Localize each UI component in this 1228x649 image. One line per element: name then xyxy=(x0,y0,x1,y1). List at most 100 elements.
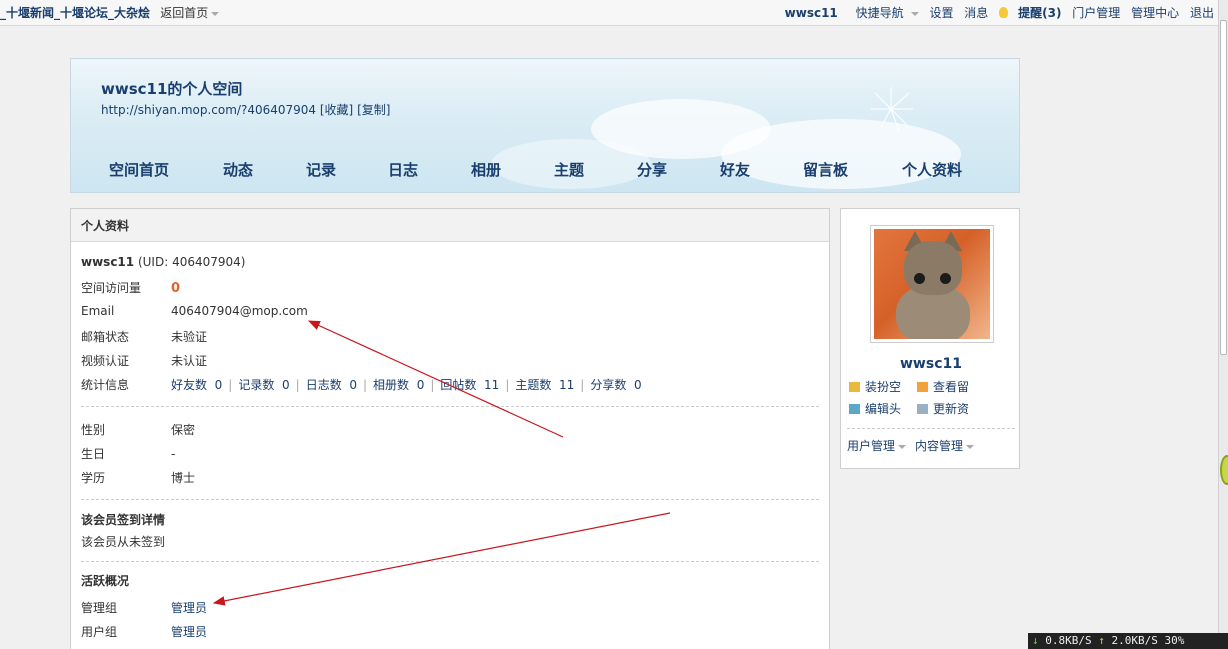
video-value: 未认证 xyxy=(171,354,208,368)
admin-center-link[interactable]: 管理中心 xyxy=(1131,6,1179,20)
upload-speed: 2.0KB/S xyxy=(1111,634,1158,647)
email-row: Email 406407904@mop.com xyxy=(81,304,308,318)
stat-label: 好友数 xyxy=(171,378,208,392)
view-messages-link[interactable]: 查看留 xyxy=(917,378,969,395)
avatar-image xyxy=(874,229,990,339)
top-bar-right: wwsc11 快捷导航 设置 消息 提醒(3) 门户管理 管理中心 退出 xyxy=(778,4,1214,21)
quick-nav-label: 快捷导航 xyxy=(855,6,904,20)
mail-status-value: 未验证 xyxy=(171,330,208,344)
reminders-link[interactable]: 提醒(3) xyxy=(999,6,1061,20)
visits-label: 空间访问量 xyxy=(81,281,142,295)
vertical-scrollbar[interactable] xyxy=(1218,0,1228,649)
speed-percent: 30% xyxy=(1164,634,1185,647)
favorite-link[interactable]: [收藏] xyxy=(320,103,353,117)
user-group-link[interactable]: 管理员 xyxy=(171,623,207,640)
stat-value: 0 xyxy=(214,378,223,392)
settings-link[interactable]: 设置 xyxy=(929,6,953,20)
education-label: 学历 xyxy=(81,471,106,485)
divider xyxy=(81,499,819,500)
birthday-value: - xyxy=(171,447,176,461)
nav-guestbook[interactable]: 留言板 xyxy=(803,159,848,180)
quick-nav-menu[interactable]: 快捷导航 xyxy=(849,6,919,20)
messages-link[interactable]: 消息 xyxy=(964,6,988,20)
home-link-label: 返回首页 xyxy=(160,6,209,20)
space-url-text[interactable]: http://shiyan.mop.com/?406407904 xyxy=(101,103,316,117)
edit-avatar-label: 编辑头 xyxy=(865,402,902,416)
nav-records[interactable]: 记录 xyxy=(306,159,336,180)
scrollbar-thumb[interactable] xyxy=(1220,20,1227,355)
user-card: wwsc11 装扮空 查看留 编辑头 更新资 用户管理 内容管理 xyxy=(840,208,1020,469)
admin-group-label: 管理组 xyxy=(81,601,118,615)
profile-username: wwsc11 xyxy=(81,255,135,269)
stat-label: 分享数 xyxy=(590,378,627,392)
admin-group-link[interactable]: 管理员 xyxy=(171,599,207,616)
stat-replies[interactable]: 回帖数 11 xyxy=(440,378,499,392)
nav-blog[interactable]: 日志 xyxy=(388,159,418,180)
nav-feed[interactable]: 动态 xyxy=(223,159,253,180)
stat-value: 0 xyxy=(416,378,425,392)
decorate-label: 装扮空 xyxy=(865,380,902,394)
download-arrow-icon: ↓ xyxy=(1032,634,1039,647)
dandelion-icon xyxy=(871,87,913,132)
stat-value: 11 xyxy=(559,378,575,392)
top-bar-left: _十堰新闻_十堰论坛_大杂烩 返回首页 xyxy=(0,4,220,21)
reminders-label: 提醒(3) xyxy=(1018,6,1062,20)
sidebar-username[interactable]: wwsc11 xyxy=(841,356,1021,372)
stats-label: 统计信息 xyxy=(81,378,130,392)
nav-friends[interactable]: 好友 xyxy=(720,159,750,180)
space-banner: wwsc11的个人空间 http://shiyan.mop.com/?40640… xyxy=(70,58,1020,193)
stat-blogs[interactable]: 日志数 0 xyxy=(306,378,357,392)
stat-label: 相册数 xyxy=(373,378,410,392)
decorate-icon xyxy=(849,382,860,392)
logout-link[interactable]: 退出 xyxy=(1190,6,1214,20)
portal-admin-link[interactable]: 门户管理 xyxy=(1072,6,1120,20)
signin-title: 该会员签到详情 xyxy=(81,513,166,527)
top-bar: _十堰新闻_十堰论坛_大杂烩 返回首页 wwsc11 快捷导航 设置 消息 提醒… xyxy=(0,0,1218,26)
update-profile-label: 更新资 xyxy=(933,402,970,416)
visits-row: 空间访问量 0 xyxy=(81,279,180,296)
stat-label: 回帖数 xyxy=(440,378,477,392)
signin-text: 该会员从未签到 xyxy=(81,535,166,549)
divider xyxy=(81,561,819,562)
nav-album[interactable]: 相册 xyxy=(471,159,501,180)
video-label: 视频认证 xyxy=(81,354,130,368)
content-mgmt-menu[interactable]: 内容管理 xyxy=(915,437,975,454)
stat-value: 0 xyxy=(634,378,642,392)
update-profile-link[interactable]: 更新资 xyxy=(917,400,969,417)
edit-avatar-icon xyxy=(849,404,860,414)
floating-widget-icon[interactable] xyxy=(1220,455,1228,485)
stat-records[interactable]: 记录数 0 xyxy=(238,378,289,392)
site-links[interactable]: _十堰新闻_十堰论坛_大杂烩 xyxy=(0,6,150,20)
stats-row: 统计信息 好友数 0 | 记录数 0 | 日志数 0 | 相册数 0 | 回帖数 11 | 主题数 1… xyxy=(81,378,642,392)
nav-topics[interactable]: 主题 xyxy=(554,159,584,180)
gender-row: 性别 保密 xyxy=(81,421,195,438)
nav-space-home[interactable]: 空间首页 xyxy=(109,159,169,180)
stat-shares[interactable]: 分享数 0 xyxy=(590,378,641,392)
admin-group-row: 管理组 管理员 xyxy=(81,599,207,616)
home-link[interactable]: 返回首页 xyxy=(160,6,220,20)
stat-friends[interactable]: 好友数 0 xyxy=(171,378,222,392)
chevron-down-icon xyxy=(898,444,907,449)
copy-link[interactable]: [复制] xyxy=(357,103,390,117)
username-link[interactable]: wwsc11 xyxy=(785,6,838,20)
divider xyxy=(81,406,819,407)
nav-profile[interactable]: 个人资料 xyxy=(902,159,962,180)
stat-albums[interactable]: 相册数 0 xyxy=(373,378,424,392)
stat-label: 日志数 xyxy=(305,378,342,392)
stat-label: 主题数 xyxy=(515,378,552,392)
chevron-down-icon xyxy=(966,444,975,449)
chevron-down-icon xyxy=(910,11,919,16)
bulb-icon xyxy=(999,7,1009,18)
user-mgmt-menu[interactable]: 用户管理 xyxy=(847,437,907,454)
nav-share[interactable]: 分享 xyxy=(637,159,667,180)
profile-user-line: wwsc11 (UID: 406407904) xyxy=(81,255,245,269)
avatar[interactable] xyxy=(870,225,994,343)
edit-avatar-link[interactable]: 编辑头 xyxy=(849,400,901,417)
activity-title: 活跃概况 xyxy=(81,574,130,588)
user-group-row: 用户组 管理员 xyxy=(81,623,207,640)
profile-header: 个人资料 xyxy=(71,209,829,242)
decorate-space-link[interactable]: 装扮空 xyxy=(849,378,901,395)
birthday-row: 生日 - xyxy=(81,445,175,462)
stat-threads[interactable]: 主题数 11 xyxy=(515,378,574,392)
gender-value: 保密 xyxy=(171,423,196,437)
